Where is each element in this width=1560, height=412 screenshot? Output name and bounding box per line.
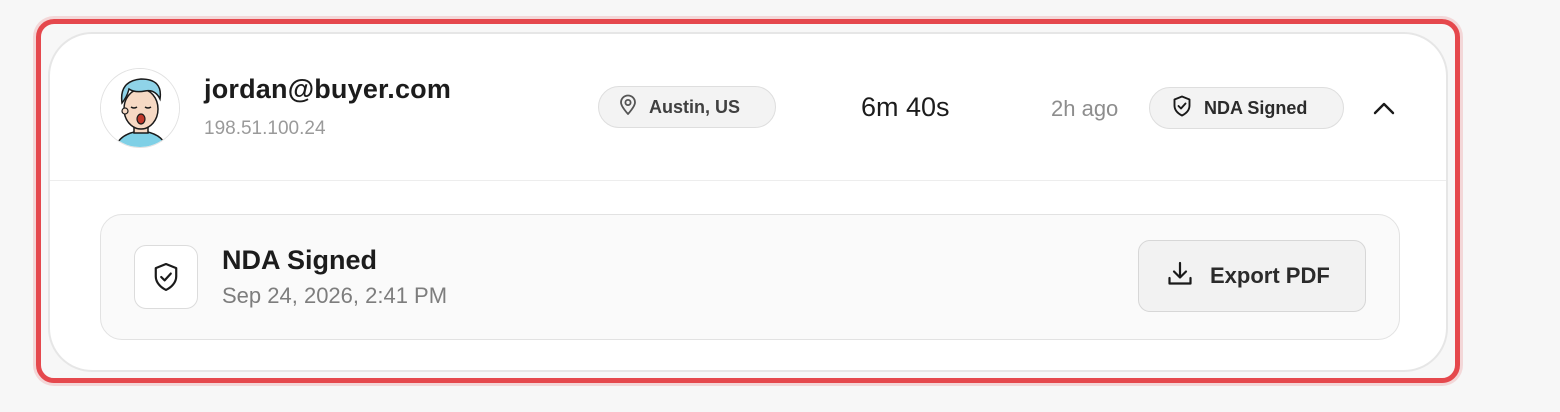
shield-check-icon <box>1172 95 1192 122</box>
export-pdf-button[interactable]: Export PDF <box>1138 240 1366 312</box>
avatar <box>100 68 180 148</box>
download-icon <box>1166 260 1194 293</box>
nda-signed-date: Sep 24, 2026, 2:41 PM <box>222 283 448 308</box>
avatar-illustration <box>101 69 179 147</box>
visitor-ip: 198.51.100.24 <box>204 118 326 139</box>
session-duration: 6m 40s <box>861 92 950 122</box>
location-label: Austin, US <box>649 96 741 117</box>
chevron-up-icon <box>1373 102 1395 115</box>
nda-detail-icon-box <box>134 245 198 309</box>
visitor-email: jordan@buyer.com <box>204 74 452 104</box>
location-badge: Austin, US <box>598 86 776 128</box>
shield-check-icon <box>154 262 178 292</box>
session-time-ago: 2h ago <box>1051 96 1119 121</box>
export-pdf-label: Export PDF <box>1210 263 1330 288</box>
session-card: jordan@buyer.com 198.51.100.24 Austin, U… <box>48 32 1448 372</box>
nda-detail-panel: NDA Signed Sep 24, 2026, 2:41 PM Export … <box>100 214 1400 340</box>
nda-badge-label: NDA Signed <box>1204 97 1308 118</box>
nda-detail-title: NDA Signed <box>222 245 377 275</box>
nda-status-badge: NDA Signed <box>1149 87 1344 129</box>
session-row[interactable]: jordan@buyer.com 198.51.100.24 Austin, U… <box>50 34 1446 181</box>
collapse-toggle[interactable] <box>1370 96 1398 120</box>
map-pin-icon <box>619 94 637 121</box>
